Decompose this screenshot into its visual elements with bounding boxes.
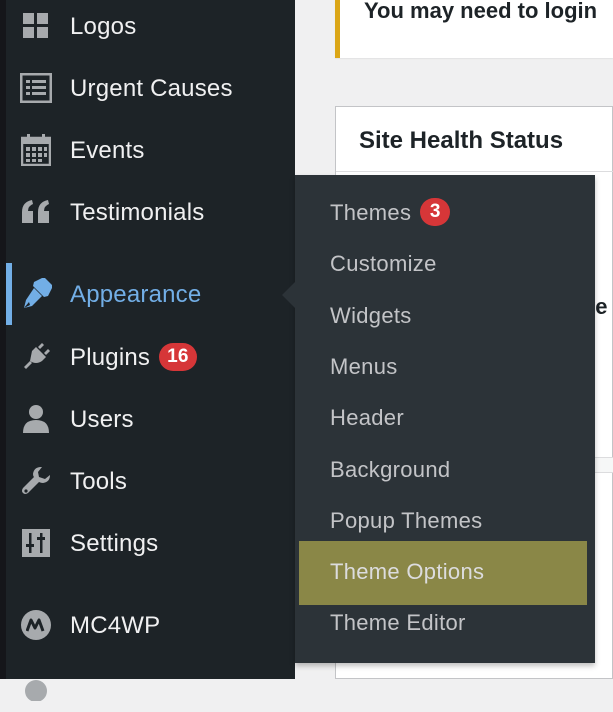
sliders-icon <box>20 527 52 559</box>
plugins-update-badge: 16 <box>159 342 197 371</box>
sidebar-item-logos[interactable]: Logos <box>6 0 295 52</box>
plugins-text: Plugins <box>70 344 151 371</box>
admin-notice: You may need to login <box>335 0 613 58</box>
submenu-item-label: Customize <box>330 251 437 276</box>
sidebar-item-partial[interactable] <box>6 660 295 712</box>
submenu-item-label: Themes <box>330 200 412 225</box>
submenu-item-customize[interactable]: Customize <box>299 240 587 290</box>
sidebar-item-tools[interactable]: Tools <box>6 455 295 507</box>
mc4wp-icon <box>20 609 52 641</box>
user-icon <box>20 403 52 435</box>
wrench-icon <box>20 465 52 497</box>
sidebar-item-urgent-causes[interactable]: Urgent Causes <box>6 62 295 114</box>
submenu-item-theme-editor[interactable]: Theme Editor <box>299 599 587 649</box>
partial-icon <box>20 670 52 702</box>
sidebar-item-label: Tools <box>70 468 128 495</box>
submenu-item-label: Menus <box>330 354 398 379</box>
submenu-item-themes[interactable]: Themes 3 <box>299 189 587 239</box>
panel-title: Site Health Status <box>359 127 564 154</box>
grid-icon <box>20 10 52 42</box>
submenu-item-label: Header <box>330 405 404 430</box>
submenu-item-widgets[interactable]: Widgets <box>299 292 587 342</box>
sidebar-item-label: Users <box>70 406 134 433</box>
sidebar-item-label: Testimonials <box>70 199 205 226</box>
submenu-pointer <box>282 282 295 308</box>
sidebar-item-label: MC4WP <box>70 612 161 639</box>
themes-update-badge: 3 <box>420 198 451 227</box>
list-icon <box>20 72 52 104</box>
submenu-item-label: Background <box>330 457 451 482</box>
sidebar-item-settings[interactable]: Settings <box>6 517 295 569</box>
appearance-submenu: Themes 3 Customize Widgets Menus Header B… <box>295 175 595 663</box>
sidebar-item-label: Plugins 16 <box>70 342 197 373</box>
quote-icon <box>20 196 52 228</box>
panel-divider <box>336 171 613 172</box>
submenu-item-popup-themes[interactable]: Popup Themes <box>299 497 587 547</box>
submenu-item-header[interactable]: Header <box>299 394 587 444</box>
submenu-item-theme-options[interactable]: Theme Options <box>299 541 587 605</box>
paintbrush-icon <box>20 278 52 310</box>
sidebar-item-label: Logos <box>70 13 137 40</box>
submenu-item-label: Theme Options <box>330 559 485 584</box>
sidebar-item-testimonials[interactable]: Testimonials <box>6 186 295 238</box>
submenu-item-label: Popup Themes <box>330 508 483 533</box>
admin-sidebar: Logos Urgent Causes Events Testimonials … <box>6 0 295 701</box>
submenu-item-label: Theme Editor <box>330 610 466 635</box>
sidebar-item-users[interactable]: Users <box>6 393 295 445</box>
sidebar-item-label: Settings <box>70 530 159 557</box>
sidebar-item-mc4wp[interactable]: MC4WP <box>6 599 295 651</box>
sidebar-item-appearance[interactable]: Appearance <box>6 268 295 320</box>
calendar-icon <box>20 134 52 166</box>
sidebar-item-label: Appearance <box>70 281 202 308</box>
submenu-item-menus[interactable]: Menus <box>299 343 587 393</box>
submenu-item-label: Widgets <box>330 303 412 328</box>
notice-text: You may need to login <box>364 0 598 23</box>
sidebar-item-label: Urgent Causes <box>70 75 233 102</box>
plug-icon <box>20 341 52 373</box>
sidebar-item-events[interactable]: Events <box>6 124 295 176</box>
sidebar-item-label: Events <box>70 137 145 164</box>
sidebar-item-plugins[interactable]: Plugins 16 <box>6 331 295 383</box>
submenu-item-background[interactable]: Background <box>299 446 587 496</box>
